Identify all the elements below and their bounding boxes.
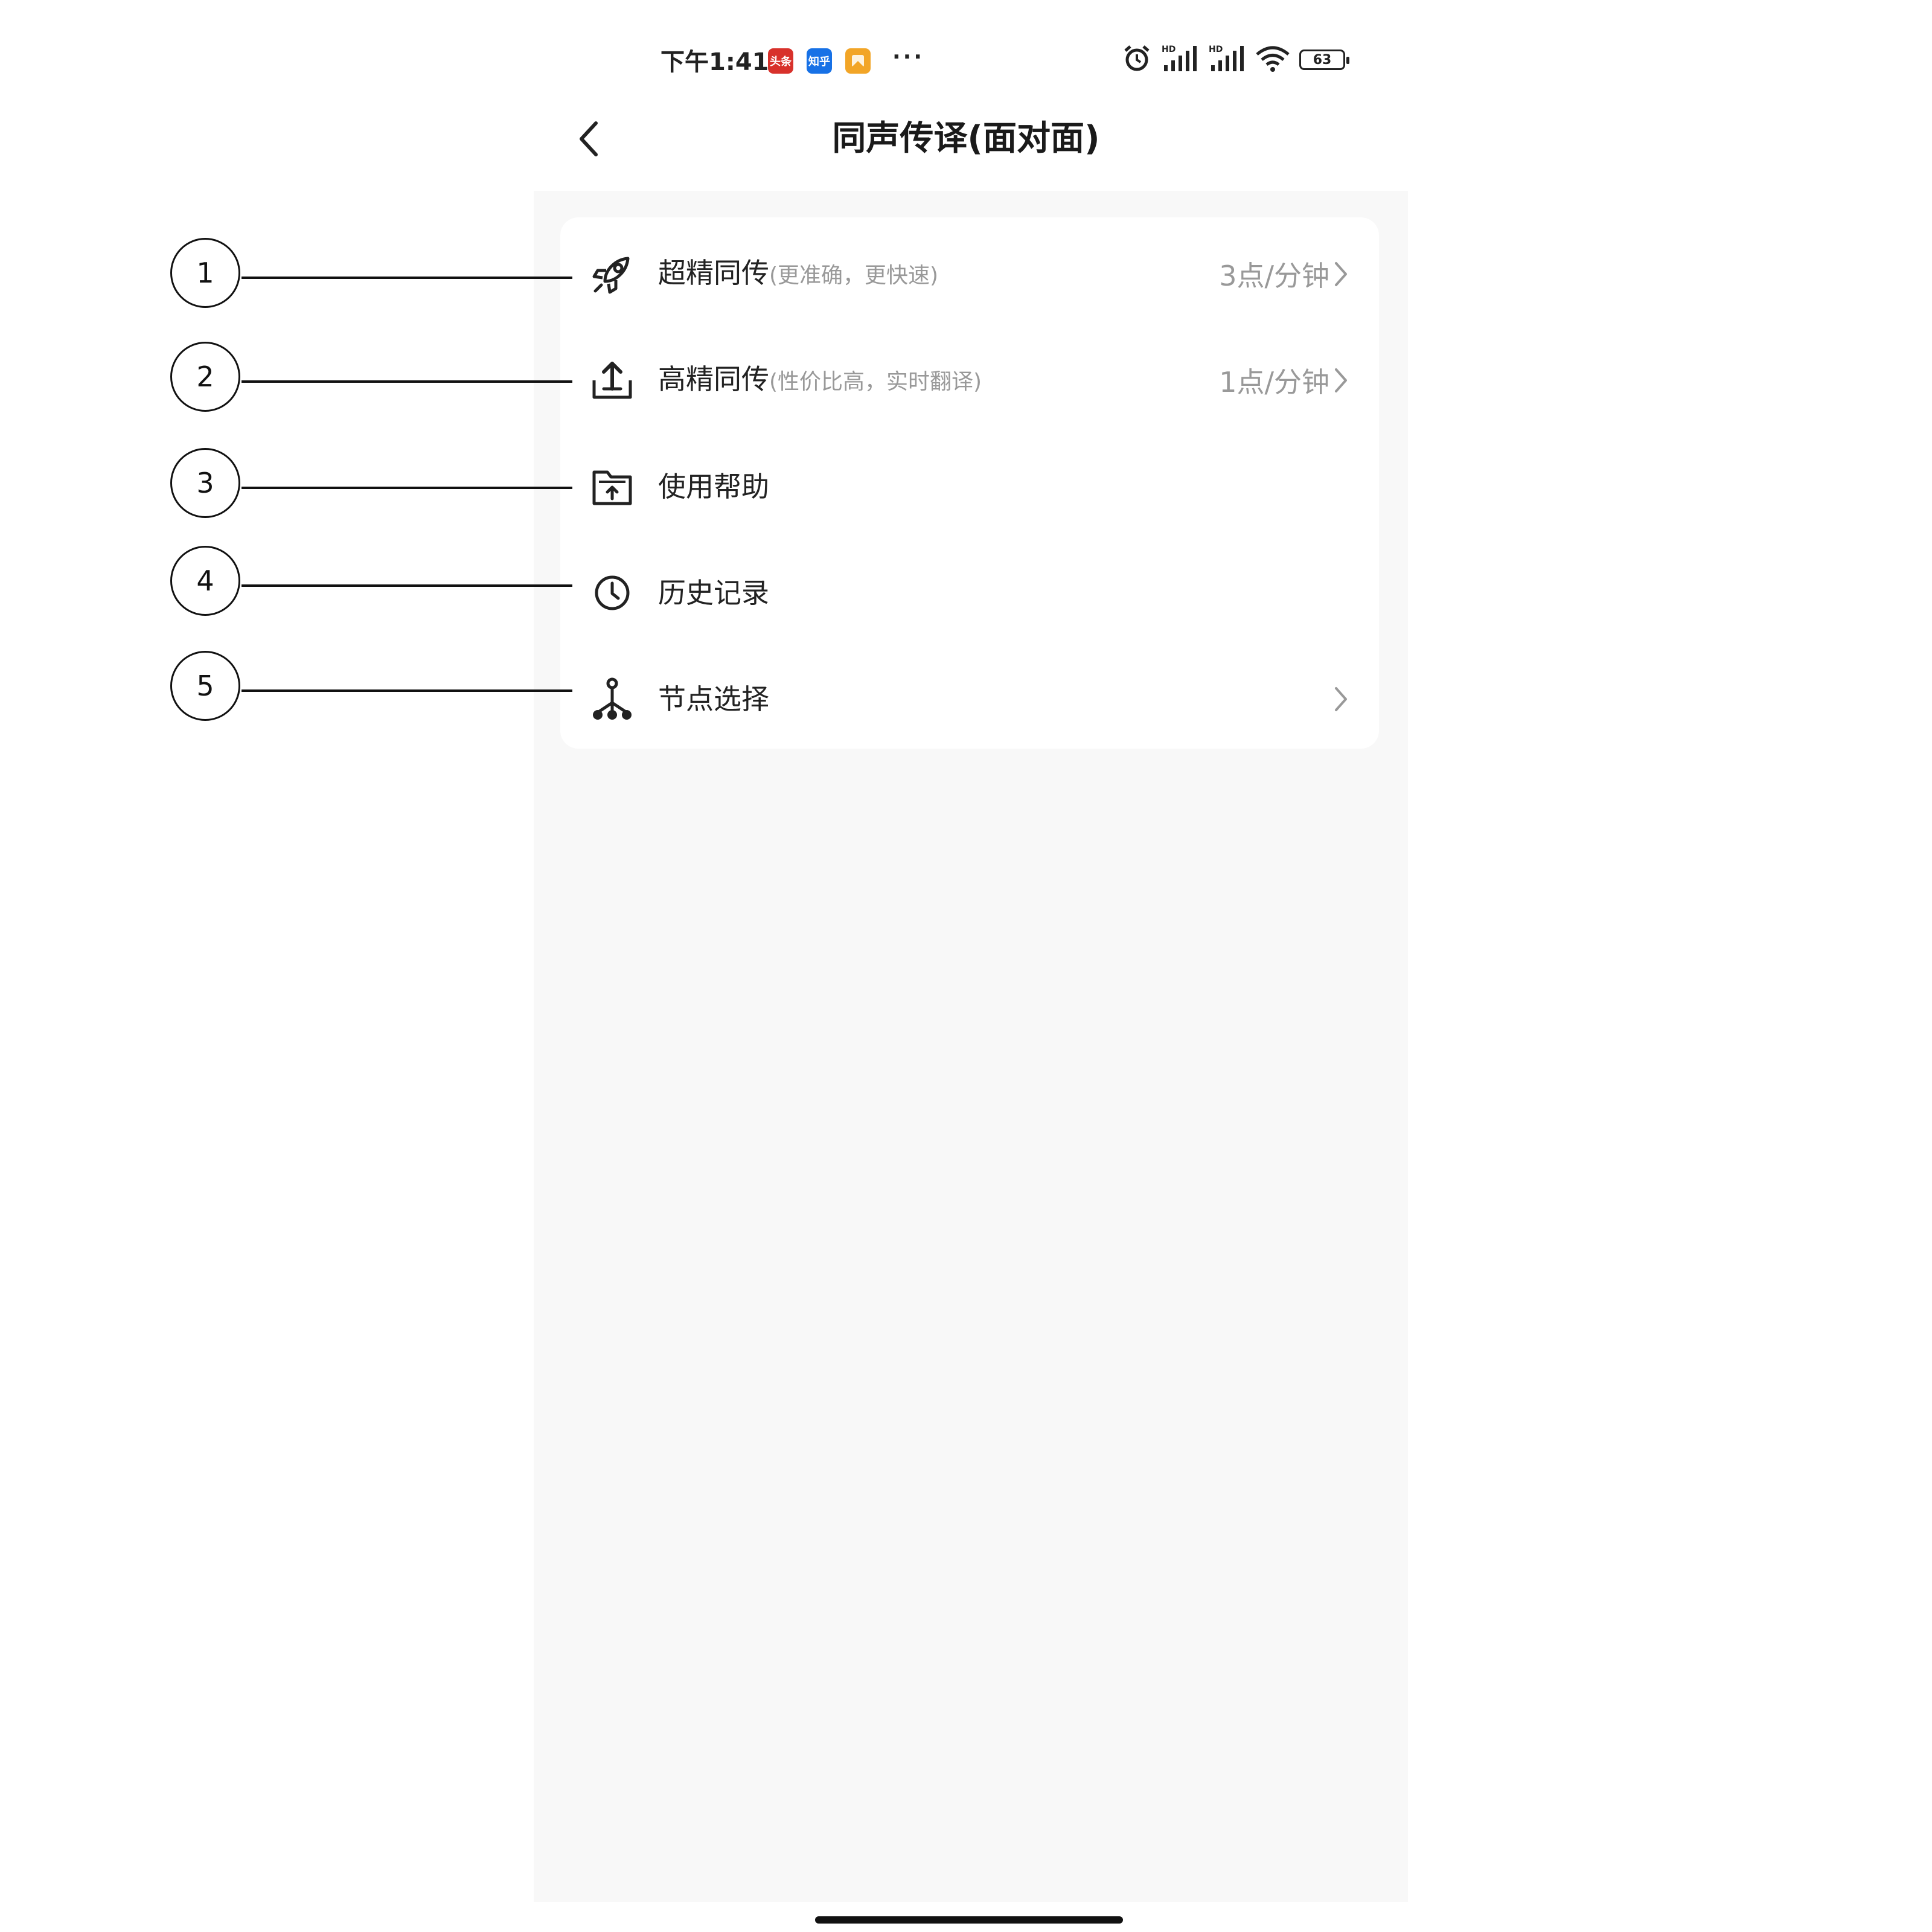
menu-item-label: 历史记录 <box>658 577 769 609</box>
menu-item-label: 超精同传 <box>658 256 769 289</box>
menu-item-label: 使用帮助 <box>658 470 769 503</box>
menu-item-label: 节点选择 <box>658 683 769 715</box>
clock-icon <box>590 571 634 615</box>
upload-tray-icon <box>590 359 634 402</box>
folder-upload-icon <box>590 465 634 508</box>
menu-item-high-precision[interactable]: 高精同传(性价比高，实时翻译) 1点/分钟 <box>560 332 1379 429</box>
node-tree-icon <box>590 677 634 721</box>
menu-card: 超精同传(更准确，更快速) 3点/分钟 高精同传(性价比高，实时翻译) 1点/分… <box>560 217 1379 749</box>
annotation-line <box>242 487 572 489</box>
annotation-marker: 1 <box>170 238 240 308</box>
chevron-right-icon <box>1335 262 1347 286</box>
menu-item-price: 3点/分钟 <box>1219 260 1329 292</box>
menu-item-history[interactable]: 历史记录 <box>560 545 1379 641</box>
page-title: 同声传译(面对面) <box>832 119 1100 158</box>
home-indicator[interactable] <box>815 1916 1123 1924</box>
menu-item-price: 1点/分钟 <box>1219 366 1329 398</box>
svg-text:HD: HD <box>1209 45 1223 54</box>
chevron-right-icon <box>1335 687 1347 711</box>
notes-badge-icon <box>845 48 871 74</box>
zhihu-badge-icon: 知乎 <box>807 48 832 74</box>
annotation-marker: 2 <box>170 342 240 412</box>
svg-text:HD: HD <box>1162 45 1176 54</box>
back-button[interactable] <box>568 115 610 163</box>
annotation-line <box>242 380 572 383</box>
annotation-marker: 4 <box>170 546 240 616</box>
toutiao-badge-icon: 头条 <box>768 48 793 74</box>
more-notifications: ··· <box>892 45 925 69</box>
menu-item-ultra-precision[interactable]: 超精同传(更准确，更快速) 3点/分钟 <box>560 226 1379 322</box>
status-icons: HD HD 63 <box>1122 43 1349 76</box>
annotation-line <box>242 277 572 279</box>
menu-item-label: 高精同传 <box>658 362 769 395</box>
menu-item-subtitle: (更准确，更快速) <box>769 263 939 288</box>
chevron-right-icon <box>1335 368 1347 392</box>
signal-hd-icon: HD <box>1208 43 1246 76</box>
status-time: 下午1:41 <box>661 48 769 76</box>
alarm-icon <box>1122 43 1152 76</box>
menu-item-help[interactable]: 使用帮助 <box>560 438 1379 535</box>
menu-item-subtitle: (性价比高，实时翻译) <box>769 369 982 394</box>
annotation-marker: 3 <box>170 448 240 518</box>
chevron-left-icon <box>580 121 598 156</box>
signal-hd-icon: HD <box>1160 43 1199 76</box>
wifi-icon <box>1255 43 1291 76</box>
annotation-line <box>242 689 572 692</box>
battery-icon: 63 <box>1299 50 1349 70</box>
annotation-marker: 5 <box>170 651 240 721</box>
menu-item-node-select[interactable]: 节点选择 <box>560 651 1379 747</box>
rocket-icon <box>590 252 634 296</box>
annotation-line <box>242 584 572 587</box>
